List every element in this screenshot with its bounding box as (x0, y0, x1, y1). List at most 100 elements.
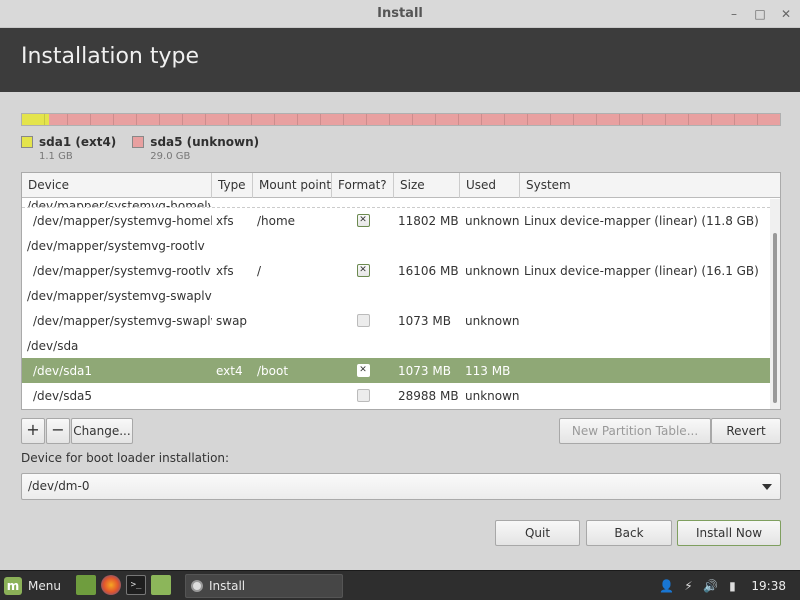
format-checkbox[interactable] (356, 264, 370, 277)
chevron-down-icon (762, 484, 772, 490)
back-button[interactable]: Back (586, 520, 672, 546)
cell-type: xfs (216, 263, 234, 278)
maximize-icon[interactable]: □ (754, 8, 766, 20)
format-checkbox[interactable] (356, 364, 370, 377)
table-row[interactable]: /dev/mapper/systemvg-rootlv (22, 233, 770, 258)
cell-used: unknown (465, 263, 520, 278)
cell-type: ext4 (216, 363, 243, 378)
partition-bar (21, 113, 781, 126)
mint-logo-icon: m (4, 577, 22, 595)
taskbar: m Menu >_ Install 👤 ⚡ 🔊 ▮ 19:38 (0, 570, 800, 600)
add-partition-button[interactable]: + (21, 418, 45, 444)
user-icon[interactable]: 👤 (659, 579, 674, 593)
page-title: Installation type (21, 44, 199, 69)
cell-format (332, 364, 394, 377)
window-controls: – □ ✕ (728, 0, 792, 28)
cell-type: xfs (216, 213, 234, 228)
legend-item-sda1: sda1 (ext4) 1.1 GB (21, 135, 116, 162)
table-row[interactable]: /dev/mapper/systemvg-rootlv xfs / 16106 … (22, 258, 770, 283)
legend-label: sda1 (ext4) (39, 135, 117, 149)
folder-icon[interactable] (151, 575, 171, 595)
menu-label: Menu (28, 579, 61, 593)
new-partition-table-button[interactable]: New Partition Table... (559, 418, 711, 444)
table-scrollbar[interactable] (770, 199, 780, 409)
boot-loader-select[interactable]: /dev/dm-0 (21, 473, 781, 500)
cell-system: Linux device-mapper (linear) (16.1 GB) (524, 263, 759, 278)
cell-format (332, 214, 394, 227)
cell-size: 1073 MB (398, 313, 451, 328)
remove-partition-button[interactable]: − (46, 418, 70, 444)
show-desktop-icon[interactable] (76, 575, 96, 595)
cell-used: 113 MB (465, 363, 511, 378)
revert-button[interactable]: Revert (711, 418, 781, 444)
firefox-icon[interactable] (101, 575, 121, 595)
cell-device: /dev/sda (27, 338, 79, 353)
table-row[interactable]: /dev/sda5 28988 MB unknown (22, 383, 770, 408)
col-format[interactable]: Format? (332, 173, 394, 198)
boot-loader-label: Device for boot loader installation: (21, 451, 230, 465)
partition-legend: sda1 (ext4) 1.1 GB sda5 (unknown) 29.0 G… (21, 135, 259, 162)
taskbar-item-install[interactable]: Install (185, 574, 343, 598)
legend-size: 29.0 GB (150, 151, 191, 162)
table-header: Device Type Mount point Format? Size Use… (22, 173, 780, 198)
cell-device: /dev/mapper/systemvg-homelv (33, 213, 212, 228)
menu-button[interactable]: m Menu (4, 575, 61, 597)
table-body: /dev/mapper/systemvg-homelv /dev/mapper/… (22, 199, 770, 409)
format-checkbox[interactable] (356, 389, 370, 402)
clock[interactable]: 19:38 (751, 579, 786, 593)
cell-device: /dev/mapper/systemvg-rootlv (27, 238, 205, 253)
cell-device: /dev/mapper/systemvg-swaplv (27, 288, 212, 303)
installer-icon (191, 580, 203, 592)
cell-device: /dev/sda5 (33, 388, 93, 403)
install-now-button[interactable]: Install Now (677, 520, 781, 546)
table-row-selected[interactable]: /dev/sda1 ext4 /boot 1073 MB 113 MB (22, 358, 770, 383)
page-header: Installation type (0, 28, 800, 92)
change-partition-button[interactable]: Change... (71, 418, 133, 444)
quit-button[interactable]: Quit (495, 520, 580, 546)
cell-used: unknown (465, 313, 520, 328)
col-device[interactable]: Device (22, 173, 212, 198)
boot-loader-value: /dev/dm-0 (28, 479, 90, 493)
partition-table: Device Type Mount point Format? Size Use… (21, 172, 781, 410)
table-row[interactable]: /dev/mapper/systemvg-homelv xfs /home 11… (22, 208, 770, 233)
scrollbar-thumb[interactable] (773, 233, 777, 403)
col-system[interactable]: System (520, 173, 780, 198)
cell-format (332, 389, 394, 402)
volume-icon[interactable]: 🔊 (703, 579, 718, 593)
quick-launch: >_ (76, 575, 171, 595)
table-row[interactable]: /dev/sda (22, 333, 770, 358)
close-icon[interactable]: ✕ (780, 8, 792, 20)
installer-window: Install – □ ✕ Installation type sda1 (ex… (0, 0, 800, 570)
cell-device: /dev/mapper/systemvg-swaplv (33, 313, 212, 328)
legend-label: sda5 (unknown) (150, 135, 260, 149)
table-row[interactable]: /dev/mapper/systemvg-swaplv swap 1073 MB… (22, 308, 770, 333)
cell-device: /dev/mapper/systemvg-rootlv (33, 263, 211, 278)
format-checkbox[interactable] (356, 314, 370, 327)
table-row[interactable]: /dev/mapper/systemvg-swaplv (22, 283, 770, 308)
col-size[interactable]: Size (394, 173, 460, 198)
cell-mount: /home (257, 213, 296, 228)
cell-size: 28988 MB (398, 388, 459, 403)
window-title: Install (377, 6, 423, 21)
cell-format (332, 264, 394, 277)
battery-icon[interactable]: ▮ (725, 579, 739, 593)
col-mount[interactable]: Mount point (253, 173, 332, 198)
partition-bar-grid (22, 114, 780, 125)
network-icon[interactable]: ⚡ (681, 579, 695, 593)
minimize-icon[interactable]: – (728, 8, 740, 20)
col-type[interactable]: Type (212, 173, 253, 198)
table-row[interactable]: /dev/mapper/systemvg-homelv (22, 199, 770, 208)
cell-used: unknown (465, 388, 520, 403)
cell-system: Linux device-mapper (linear) (11.8 GB) (524, 213, 759, 228)
cell-used: unknown (465, 213, 520, 228)
cell-format (332, 314, 394, 327)
cell-size: 1073 MB (398, 363, 451, 378)
legend-swatch-sda1 (21, 136, 33, 148)
title-bar: Install – □ ✕ (0, 0, 800, 28)
col-used[interactable]: Used (460, 173, 520, 198)
format-checkbox[interactable] (356, 214, 370, 227)
cell-size: 16106 MB (398, 263, 459, 278)
cell-device: /dev/mapper/systemvg-homelv (27, 200, 212, 208)
terminal-icon[interactable]: >_ (126, 575, 146, 595)
cell-size: 11802 MB (398, 213, 459, 228)
